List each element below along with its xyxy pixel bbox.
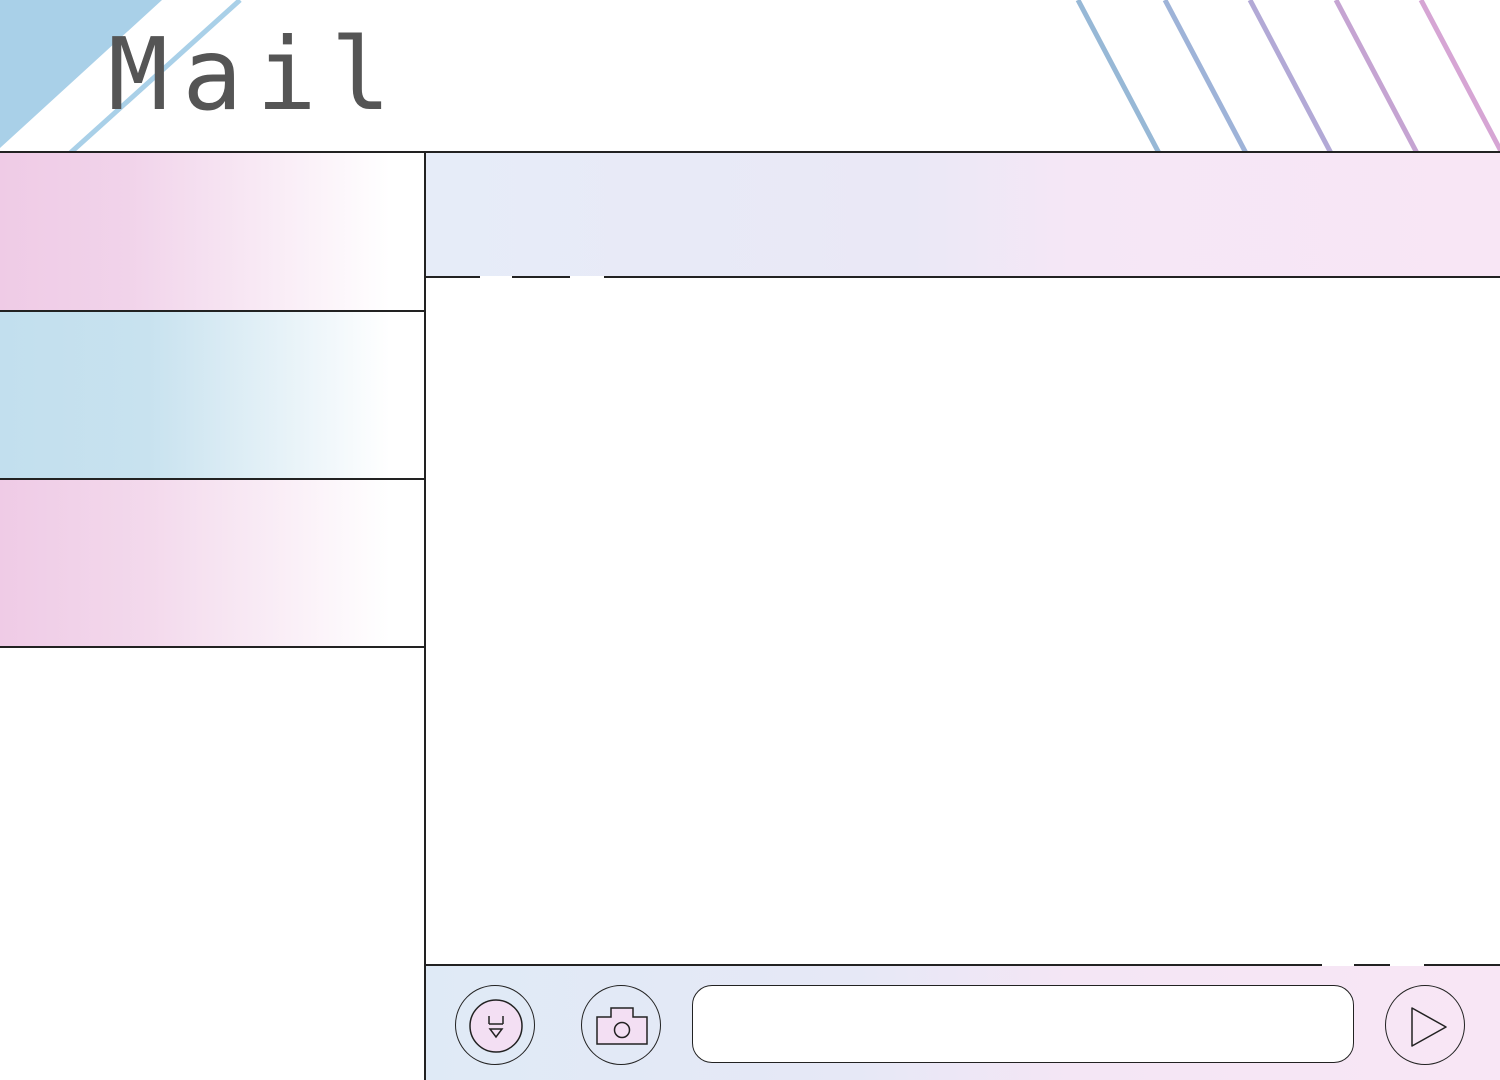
app-title: Mail — [108, 16, 405, 133]
sidebar — [0, 153, 424, 1080]
chat-header — [426, 153, 1500, 276]
send-arrow-icon — [1411, 1007, 1447, 1047]
diagonal-stripe-2 — [1162, 0, 1250, 155]
send-button[interactable] — [1385, 985, 1465, 1065]
message-composer — [426, 966, 1500, 1080]
diagonal-stripe-4 — [1333, 0, 1421, 155]
sidebar-item-3[interactable] — [0, 480, 424, 648]
sidebar-item-1[interactable] — [0, 153, 424, 312]
diagonal-stripe-1 — [1075, 0, 1163, 155]
camera-icon — [596, 1007, 648, 1045]
face-icon — [469, 999, 523, 1053]
message-area[interactable] — [426, 278, 1500, 964]
diagonal-stripe-5 — [1418, 0, 1500, 155]
diagonal-stripe-3 — [1247, 0, 1335, 155]
message-input[interactable] — [692, 985, 1354, 1063]
camera-button[interactable] — [581, 985, 661, 1065]
emoji-button[interactable] — [455, 985, 535, 1065]
sidebar-item-2[interactable] — [0, 312, 424, 480]
